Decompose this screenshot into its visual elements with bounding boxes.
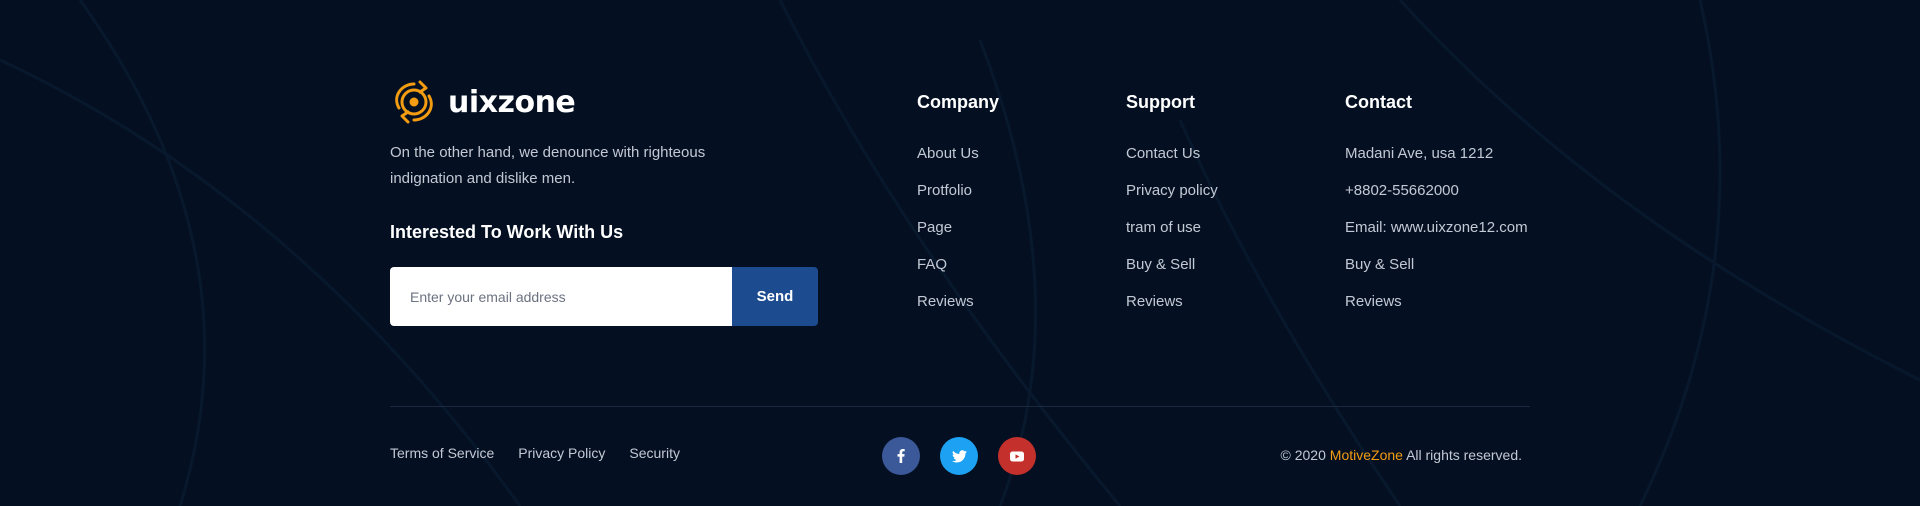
brand-name: uixzone: [448, 84, 576, 120]
company-link-portfolio[interactable]: Protfolio: [917, 172, 999, 209]
subscribe-title: Interested To Work With Us: [390, 222, 624, 242]
company-link-faq[interactable]: FAQ: [917, 246, 999, 283]
legal-links: Terms of Service Privacy Policy Security: [390, 445, 680, 461]
copyright-brand-link[interactable]: MotiveZone: [1330, 447, 1403, 463]
contact-title: Contact: [1345, 92, 1412, 112]
social-links: [882, 437, 1036, 475]
brand[interactable]: uixzone: [390, 78, 576, 126]
company-link-reviews[interactable]: Reviews: [917, 283, 999, 320]
support-column: Support Contact Us Privacy policy tram o…: [1126, 92, 1218, 320]
contact-link-reviews[interactable]: Reviews: [1345, 283, 1528, 320]
company-link-about-us[interactable]: About Us: [917, 135, 999, 172]
youtube-icon: [1010, 451, 1024, 461]
contact-email[interactable]: Email: www.uixzone12.com: [1345, 209, 1528, 246]
support-link-privacy-policy[interactable]: Privacy policy: [1126, 172, 1218, 209]
brand-description: On the other hand, we denounce with righ…: [390, 144, 706, 187]
site-footer: uixzone On the other hand, we denounce w…: [390, 0, 1530, 506]
facebook-button[interactable]: [882, 437, 920, 475]
copyright-suffix: All rights reserved.: [1406, 447, 1522, 463]
subscribe-form: Send: [390, 267, 818, 326]
support-link-terms-of-use[interactable]: tram of use: [1126, 209, 1218, 246]
support-link-contact-us[interactable]: Contact Us: [1126, 135, 1218, 172]
copyright-prefix: © 2020: [1280, 447, 1326, 463]
twitter-icon: [951, 449, 967, 462]
support-title: Support: [1126, 92, 1195, 112]
company-link-page[interactable]: Page: [917, 209, 999, 246]
contact-address: Madani Ave, usa 1212: [1345, 145, 1494, 162]
terms-of-service-link[interactable]: Terms of Service: [390, 445, 494, 461]
twitter-button[interactable]: [940, 437, 978, 475]
contact-link-buy-sell[interactable]: Buy & Sell: [1345, 246, 1528, 283]
email-input[interactable]: [390, 267, 732, 326]
privacy-policy-link[interactable]: Privacy Policy: [518, 445, 605, 461]
footer-divider: [390, 406, 1530, 407]
contact-phone[interactable]: +8802-55662000: [1345, 172, 1528, 209]
security-link[interactable]: Security: [629, 445, 680, 461]
company-title: Company: [917, 92, 1000, 112]
facebook-icon: [897, 449, 905, 463]
youtube-button[interactable]: [998, 437, 1036, 475]
company-column: Company About Us Protfolio Page FAQ Revi…: [917, 92, 999, 320]
brand-logo-icon: [395, 80, 433, 124]
contact-column: Contact Madani Ave, usa 1212 +8802-55662…: [1345, 92, 1528, 320]
copyright: © 2020 MotiveZone All rights reserved.: [1281, 447, 1522, 463]
support-link-buy-sell[interactable]: Buy & Sell: [1126, 246, 1218, 283]
send-button[interactable]: Send: [732, 267, 818, 326]
support-link-reviews[interactable]: Reviews: [1126, 283, 1218, 320]
